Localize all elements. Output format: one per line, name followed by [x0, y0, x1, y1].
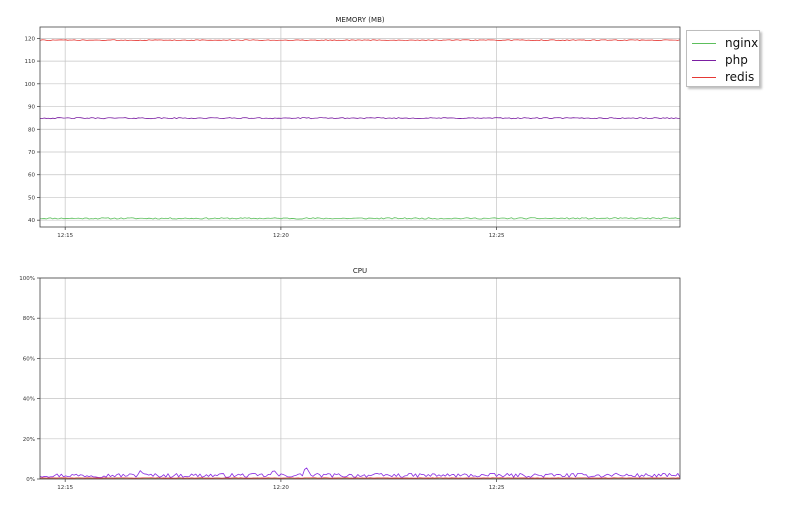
memory-chart: MEMORY (MB) 40 50 60 70 80 90 100 110 120 12:15 12:… [25, 16, 681, 239]
legend-label-redis: redis [725, 70, 755, 84]
cpu-plot-area [40, 278, 680, 479]
figure: MEMORY (MB) 40 50 60 70 80 90 100 110 120 12:15 12:… [19, 16, 681, 491]
cpu-ytick-label: 80% [23, 316, 35, 322]
cpu-ytick-label: 100% [19, 276, 35, 282]
cpu-xtick-label: 12:25 [489, 485, 505, 491]
memory-ytick-label: 50 [28, 195, 35, 201]
cpu-ytick-label: 0% [26, 477, 35, 483]
memory-ytick-label: 110 [25, 59, 36, 65]
memory-xtick-label: 12:25 [489, 233, 505, 239]
memory-title: MEMORY (MB) [335, 16, 385, 24]
cpu-ytick-label: 60% [23, 356, 35, 362]
legend: nginx php redis [686, 30, 760, 87]
cpu-ytick-label: 40% [23, 397, 35, 403]
memory-ytick-label: 120 [25, 36, 36, 42]
legend-swatch-php [692, 59, 716, 61]
cpu-chart: CPU 0% 20% 40% 60% 80% 100% 12:15 12:20 12:25 [19, 267, 681, 491]
memory-ytick-label: 100 [25, 82, 36, 88]
memory-ytick-label: 60 [28, 173, 35, 179]
memory-ytick-label: 70 [28, 150, 35, 156]
legend-item-redis: redis [692, 69, 754, 85]
legend-swatch-redis [692, 76, 716, 78]
cpu-ytick-label: 20% [23, 437, 35, 443]
legend-swatch-nginx [692, 42, 716, 44]
memory-ytick-label: 90 [28, 105, 35, 111]
cpu-xtick-label: 12:15 [57, 485, 73, 491]
cpu-xtick-label: 12:20 [273, 485, 289, 491]
legend-label-nginx: nginx [725, 36, 759, 50]
legend-label-php: php [725, 53, 748, 67]
legend-item-nginx: nginx [692, 35, 758, 51]
memory-plot-area [40, 27, 680, 227]
cpu-title: CPU [353, 267, 367, 275]
memory-ytick-label: 40 [28, 218, 35, 224]
legend-item-php: php [692, 52, 748, 68]
memory-xtick-label: 12:20 [273, 233, 289, 239]
memory-xtick-label: 12:15 [57, 233, 73, 239]
memory-ytick-label: 80 [28, 127, 35, 133]
